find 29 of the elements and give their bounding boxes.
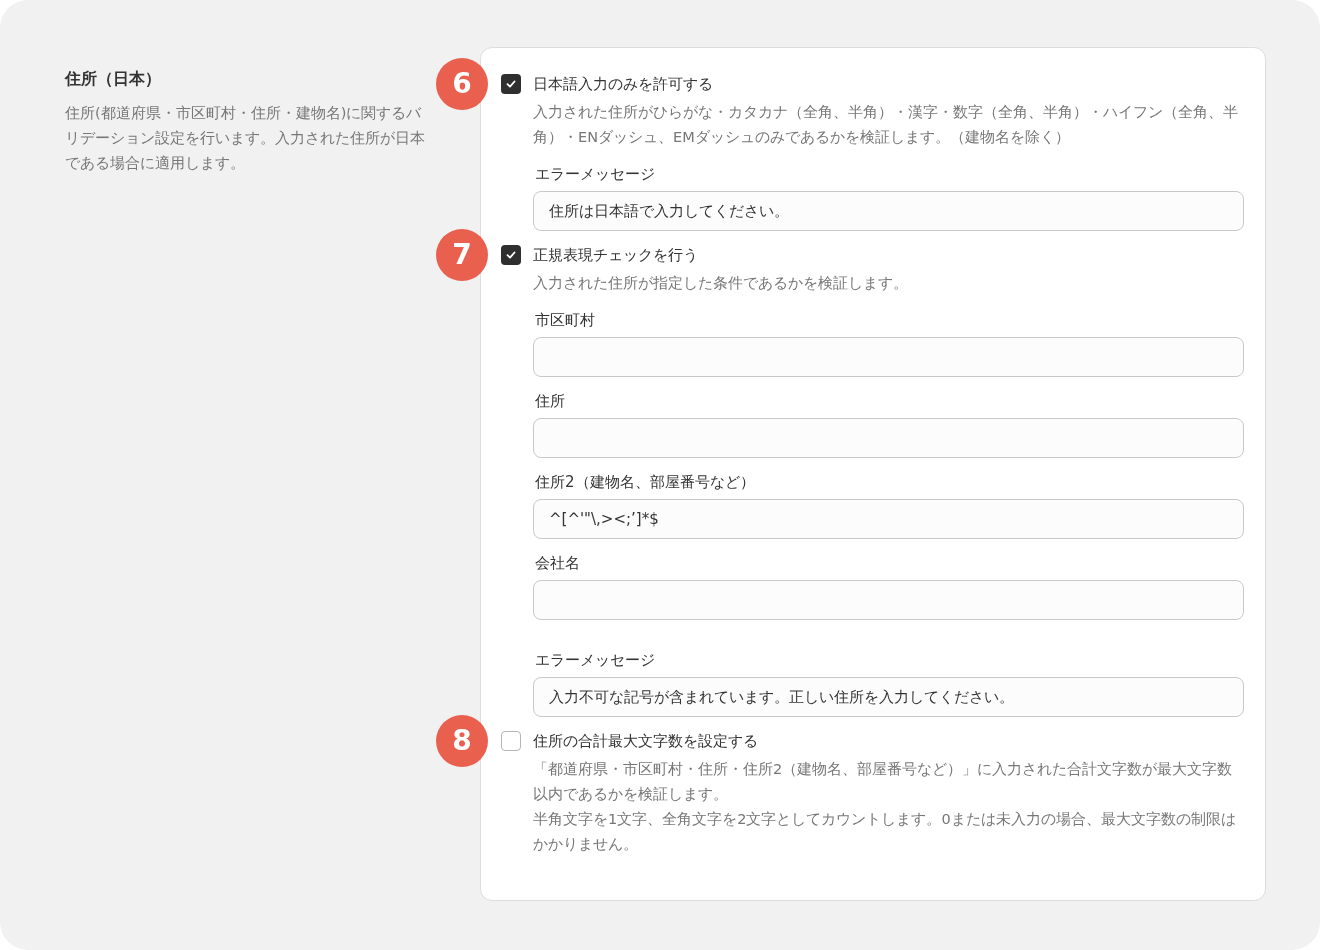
step-number-badge: 8	[436, 715, 488, 767]
check-icon	[505, 249, 517, 261]
option-description: 入力された住所が指定した条件であるかを検証します。	[533, 274, 909, 293]
checkbox-label: 日本語入力のみを許可する	[533, 73, 713, 95]
checkbox[interactable]	[501, 245, 521, 265]
checkbox[interactable]	[501, 74, 521, 94]
pattern-field[interactable]	[533, 580, 1244, 620]
field-label: 住所	[534, 391, 566, 411]
section-description: 住所(都道府県・市区町村・住所・建物名)に関するバリデーション設定を行います。入力された住所が日本である場合に適用します。	[65, 104, 426, 173]
error-message-field[interactable]: 入力不可な記号が含まれています。正しい住所を入力してください。	[533, 677, 1244, 717]
checkbox[interactable]	[501, 731, 521, 751]
pattern-field[interactable]	[533, 418, 1244, 458]
option-description: 半角文字を1文字、全角文字を2文字としてカウントします。0または未入力の場合、最大文字数の制限はかかりません。	[533, 810, 1237, 854]
field-label: 会社名	[534, 553, 581, 573]
field-label: 住所2（建物名、部屋番号など）	[534, 472, 756, 492]
option-description: 入力された住所がひらがな・カタカナ（全角、半角）・漢字・数字（全角、半角）・ハイフン（全角、半角）・ENダッシュ、EMダッシュのみであるかを検証します。（建物名を除く）	[533, 103, 1239, 147]
step-number-badge: 6	[436, 58, 488, 110]
pattern-field[interactable]	[533, 337, 1244, 377]
option-description: 「都道府県・市区町村・住所・住所2（建物名、部屋番号など）」に入力された合計文字数が最大文字数以内であるかを検証します。	[533, 760, 1234, 804]
section-title: 住所（日本）	[65, 68, 162, 90]
check-icon	[505, 78, 517, 90]
error-message-field[interactable]: 住所は日本語で入力してください。	[533, 191, 1244, 231]
checkbox-label: 住所の合計最大文字数を設定する	[533, 730, 758, 752]
field-label: エラーメッセージ	[534, 164, 656, 184]
field-label: エラーメッセージ	[534, 650, 656, 670]
pattern-field[interactable]: ^[^'"\,><;’]*$	[533, 499, 1244, 539]
field-label: 市区町村	[534, 310, 596, 330]
step-number-badge: 7	[436, 229, 488, 281]
checkbox-label: 正規表現チェックを行う	[533, 244, 698, 266]
